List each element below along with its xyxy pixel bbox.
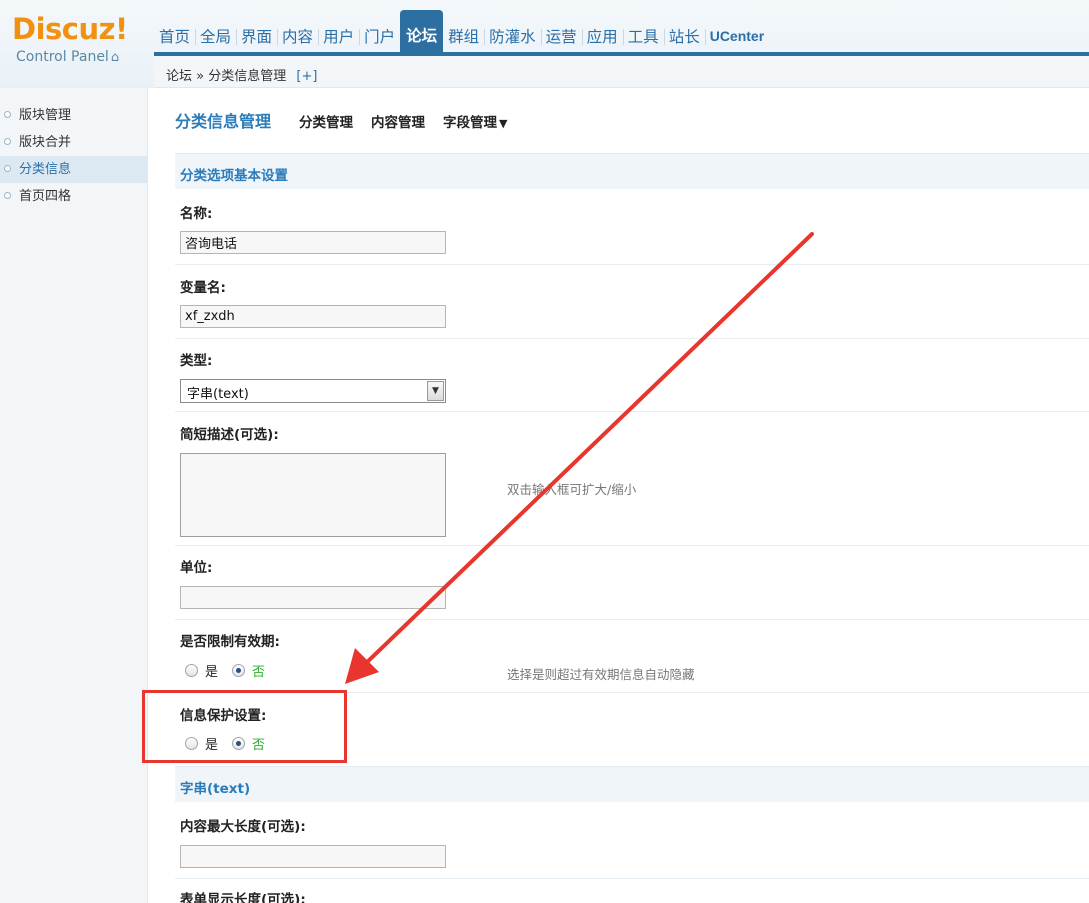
nav-item-tools[interactable]: 工具 [622, 17, 664, 55]
page-header: 分类信息管理 分类管理 内容管理 字段管理 ▼ [175, 108, 525, 132]
expiry-label: 是否限制有效期: [180, 634, 280, 650]
add-shortcut-button[interactable]: [+] [296, 69, 317, 84]
expiry-no-label[interactable]: 否 [252, 661, 265, 680]
nav-item-ucenter[interactable]: UCenter [704, 17, 769, 55]
sidebar: 版块管理 版块合并 分类信息 首页四格 [0, 88, 148, 903]
chevron-down-icon[interactable]: ▼ [427, 381, 444, 401]
sidebar-item-label: 首页四格 [19, 189, 72, 204]
page-title: 分类信息管理 [175, 112, 272, 131]
nav-item-content[interactable]: 内容 [277, 17, 318, 55]
header: Discuz! Control Panel ⌂ 首页 全局 界面 内容 用户 门户… [0, 0, 1089, 88]
expiry-radio-group: 是 否 [185, 661, 279, 680]
sidebar-item-home-grid[interactable]: 首页四格 [0, 183, 148, 210]
breadcrumb: 论坛 » 分类信息管理 [+] [166, 65, 317, 84]
description-textarea[interactable] [180, 453, 446, 537]
row-divider [175, 264, 1089, 265]
variable-label: 变量名: [180, 280, 226, 296]
row-divider [175, 338, 1089, 339]
variable-field[interactable] [180, 305, 446, 328]
expiry-yes-radio[interactable] [185, 664, 198, 677]
type-label: 类型: [180, 353, 213, 369]
breadcrumb-separator: » [196, 69, 205, 84]
nav-item-antispam[interactable]: 防灌水 [484, 17, 541, 55]
expiry-no-radio[interactable] [232, 664, 246, 677]
bullet-icon [4, 111, 11, 118]
type-select[interactable]: 字串(text) ▼ [180, 379, 446, 403]
sidebar-item-forum-manage[interactable]: 版块管理 [0, 102, 148, 129]
app-root: Discuz! Control Panel ⌂ 首页 全局 界面 内容 用户 门户… [0, 0, 1089, 903]
section-text-settings: 字串(text) [175, 766, 1089, 802]
nav-item-interface[interactable]: 界面 [236, 17, 277, 55]
description-label: 简短描述(可选): [180, 427, 279, 443]
name-label: 名称: [180, 206, 213, 222]
nav-item-global[interactable]: 全局 [195, 17, 236, 55]
section-title: 字串(text) [180, 781, 251, 797]
bullet-icon [4, 192, 11, 199]
expiry-hint: 选择是则超过有效期信息自动隐藏 [507, 667, 695, 682]
unit-field[interactable] [180, 586, 446, 609]
max-length-field[interactable] [180, 845, 446, 868]
unit-label: 单位: [180, 560, 213, 576]
nav-item-forum[interactable]: 论坛 [400, 10, 444, 55]
sidebar-item-label: 版块管理 [19, 108, 72, 123]
row-divider [175, 619, 1089, 620]
nav-item-webmaster[interactable]: 站长 [663, 17, 705, 55]
logo-text: Discuz! [12, 12, 128, 46]
nav-item-users[interactable]: 用户 [318, 17, 359, 55]
logo-subtitle-text: Control Panel [16, 49, 109, 65]
bullet-icon [4, 165, 11, 172]
sidebar-item-forum-merge[interactable]: 版块合并 [0, 129, 148, 156]
nav-item-operations[interactable]: 运营 [540, 17, 582, 55]
discuz-logo[interactable]: Discuz! Control Panel ⌂ [12, 12, 152, 72]
category-manage-link[interactable]: 分类管理 [299, 111, 353, 131]
description-hint: 双击输入框可扩大/缩小 [507, 482, 637, 497]
sidebar-item-thread-types[interactable]: 分类信息 [0, 156, 148, 183]
field-manage-label: 字段管理 [443, 115, 498, 131]
sidebar-list: 版块管理 版块合并 分类信息 首页四格 [0, 102, 148, 210]
row-divider [175, 411, 1089, 412]
breadcrumb-bar: 论坛 » 分类信息管理 [+] [154, 56, 1089, 88]
max-length-label: 内容最大长度(可选): [180, 819, 306, 835]
nav-item-apps[interactable]: 应用 [581, 17, 623, 55]
dropdown-caret-icon: ▼ [499, 117, 508, 130]
content-manage-link[interactable]: 内容管理 [371, 111, 425, 131]
row-divider [175, 878, 1089, 879]
home-icon[interactable]: ⌂ [111, 50, 119, 65]
nav-item-home[interactable]: 首页 [154, 17, 195, 55]
breadcrumb-current: 分类信息管理 [208, 69, 287, 84]
section-title: 分类选项基本设置 [180, 168, 288, 184]
top-nav: 首页 全局 界面 内容 用户 门户 论坛 群组 防灌水 运营 应用 工具 站长 … [154, 10, 769, 55]
nav-item-portal[interactable]: 门户 [359, 17, 400, 55]
main-content: 分类信息管理 分类管理 内容管理 字段管理▼ 分类选项基本设置 名称: 变量名:… [155, 88, 1089, 903]
expiry-yes-label[interactable]: 是 [205, 661, 218, 680]
display-length-label: 表单显示长度(可选): [180, 892, 306, 903]
section-basic-settings: 分类选项基本设置 [175, 153, 1089, 189]
highlight-box [142, 690, 347, 763]
breadcrumb-root[interactable]: 论坛 [166, 69, 192, 84]
field-manage-menu[interactable]: 字段管理 ▼ [443, 111, 507, 131]
nav-item-groups[interactable]: 群组 [443, 17, 484, 55]
type-select-value: 字串(text) [187, 387, 249, 402]
sidebar-item-label: 版块合并 [19, 135, 72, 150]
name-field[interactable] [180, 231, 446, 254]
bullet-icon [4, 138, 11, 145]
sidebar-item-label: 分类信息 [19, 162, 72, 177]
row-divider [175, 545, 1089, 546]
logo-subtitle: Control Panel ⌂ [16, 49, 119, 65]
